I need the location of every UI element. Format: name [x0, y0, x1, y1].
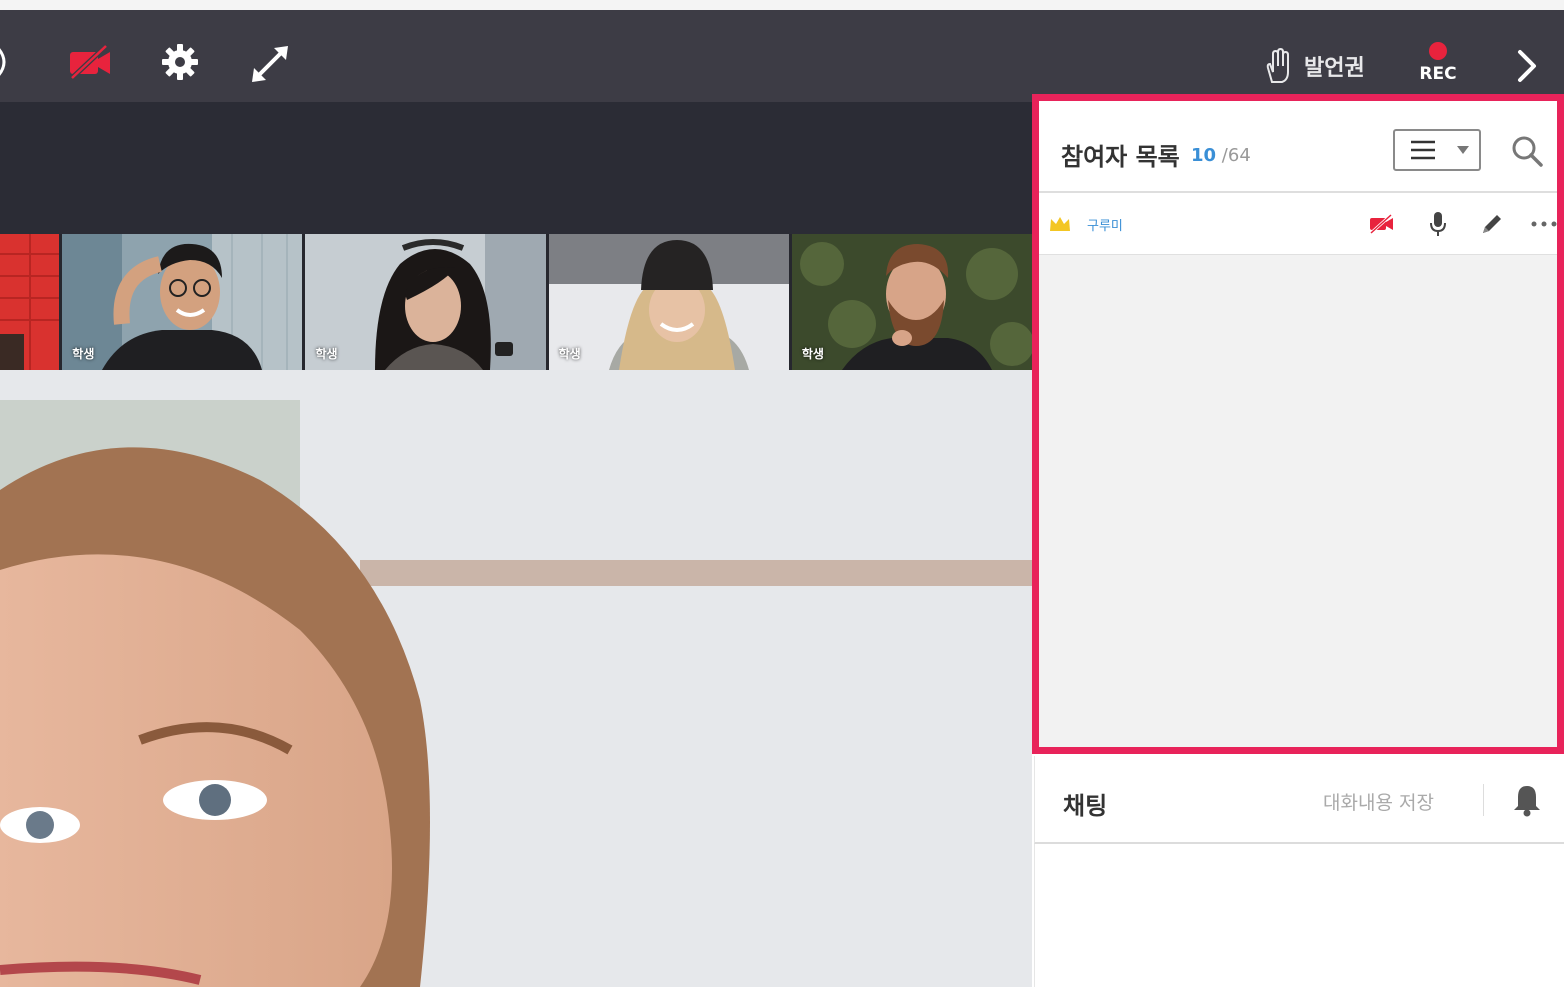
expand-icon[interactable]: [248, 42, 292, 86]
save-conversation-button[interactable]: 대화내용 저장: [1323, 788, 1434, 815]
thumbnail-caption: 학생: [315, 347, 338, 361]
participants-count-current: 10: [1191, 145, 1217, 166]
participants-panel: 참여자 목록 10 /64 구루미: [1032, 94, 1564, 754]
main-video: [0, 370, 1032, 987]
top-toolbar: 발언권 REC: [0, 10, 1564, 102]
thumbnail-image: [62, 234, 303, 370]
thumbnail-tile[interactable]: 학생: [548, 234, 792, 370]
gear-icon[interactable]: [160, 42, 200, 82]
chevron-right-icon[interactable]: [1512, 46, 1542, 86]
participant-name: 구루미: [1087, 219, 1123, 234]
thumbnail-tile[interactable]: 학생: [62, 234, 306, 370]
pencil-icon[interactable]: [1477, 209, 1507, 239]
participant-thumbnails: 학생 학생 학생 학생: [0, 234, 1032, 370]
thumbnail-tile[interactable]: 학생: [305, 234, 549, 370]
camera-off-icon[interactable]: [66, 42, 114, 82]
thumbnail-image: [0, 234, 60, 370]
chat-title: 채팅: [1063, 792, 1108, 820]
thumbnail-caption: 학생: [801, 347, 824, 361]
hand-raise-icon: [1266, 48, 1289, 83]
record-button[interactable]: REC: [1412, 40, 1464, 96]
participants-count: 10 /64: [1191, 145, 1251, 166]
thumbnail-image: [791, 234, 1032, 370]
camera-off-icon[interactable]: [1367, 209, 1397, 239]
speaker-video-image: [0, 370, 1032, 987]
thumbnail-caption: 학생: [558, 347, 581, 361]
chat-divider: [1483, 784, 1484, 816]
chat-messages-area: [1034, 844, 1564, 987]
video-header-area: [0, 102, 1032, 234]
crown-icon: [1050, 217, 1070, 231]
bell-icon[interactable]: [1509, 782, 1545, 818]
thumbnail-image: [305, 234, 546, 370]
search-icon[interactable]: [1509, 133, 1545, 169]
microphone-icon[interactable]: [1423, 209, 1453, 239]
participants-title: 참여자 목록: [1061, 143, 1180, 171]
chat-header: 채팅 대화내용 저장: [1034, 756, 1564, 844]
participant-row[interactable]: 구루미: [1039, 193, 1557, 255]
thumbnail-image: [548, 234, 789, 370]
record-label: REC: [1419, 64, 1457, 84]
more-icon[interactable]: [1529, 209, 1559, 239]
participants-header: 참여자 목록 10 /64: [1039, 101, 1557, 193]
sound-icon[interactable]: [0, 42, 20, 82]
participants-count-total: /64: [1221, 145, 1251, 166]
thumbnail-caption: 학생: [72, 347, 95, 361]
top-strip: [0, 0, 1564, 10]
thumbnail-tile[interactable]: 학생: [791, 234, 1032, 370]
speak-permission-label: 발언권: [1304, 56, 1365, 81]
record-icon: [1429, 42, 1447, 60]
thumbnail-tile[interactable]: [0, 234, 63, 370]
list-sort-dropdown[interactable]: [1393, 129, 1481, 171]
speak-permission-button[interactable]: 발언권: [1262, 46, 1365, 86]
